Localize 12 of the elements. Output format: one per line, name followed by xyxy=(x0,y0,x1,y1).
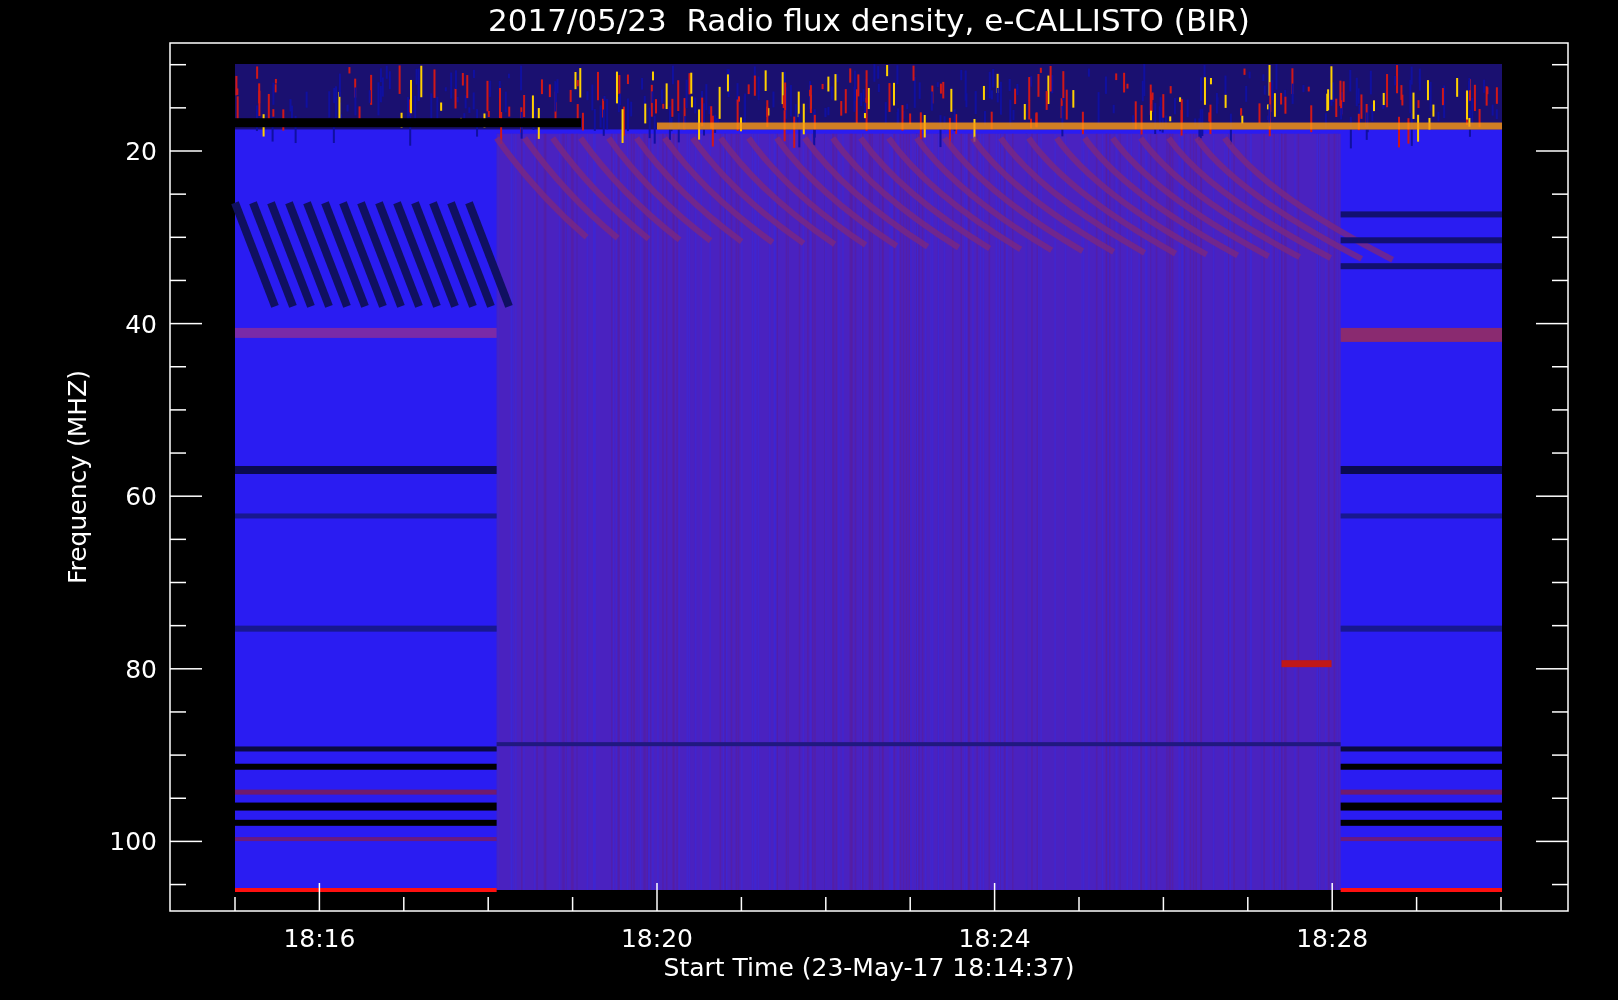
y-tick-label: 100 xyxy=(109,827,157,857)
x-tick-label: 18:20 xyxy=(621,924,693,953)
x-tick-label: 18:24 xyxy=(958,924,1031,953)
y-tick-label: 80 xyxy=(125,654,157,684)
chart-title: 2017/05/23 Radio flux density, e-CALLISTO (BIR) xyxy=(488,2,1250,38)
y-tick-label: 60 xyxy=(125,482,157,512)
y-axis-label: Frequency (MHZ) xyxy=(63,369,92,585)
y-tick-label: 20 xyxy=(125,137,157,166)
x-tick-label: 18:28 xyxy=(1296,924,1369,953)
y-tick-label: 40 xyxy=(125,309,157,339)
x-axis-label: Start Time (23-May-17 18:14:37) xyxy=(663,953,1075,982)
x-tick-label: 18:16 xyxy=(283,924,356,953)
